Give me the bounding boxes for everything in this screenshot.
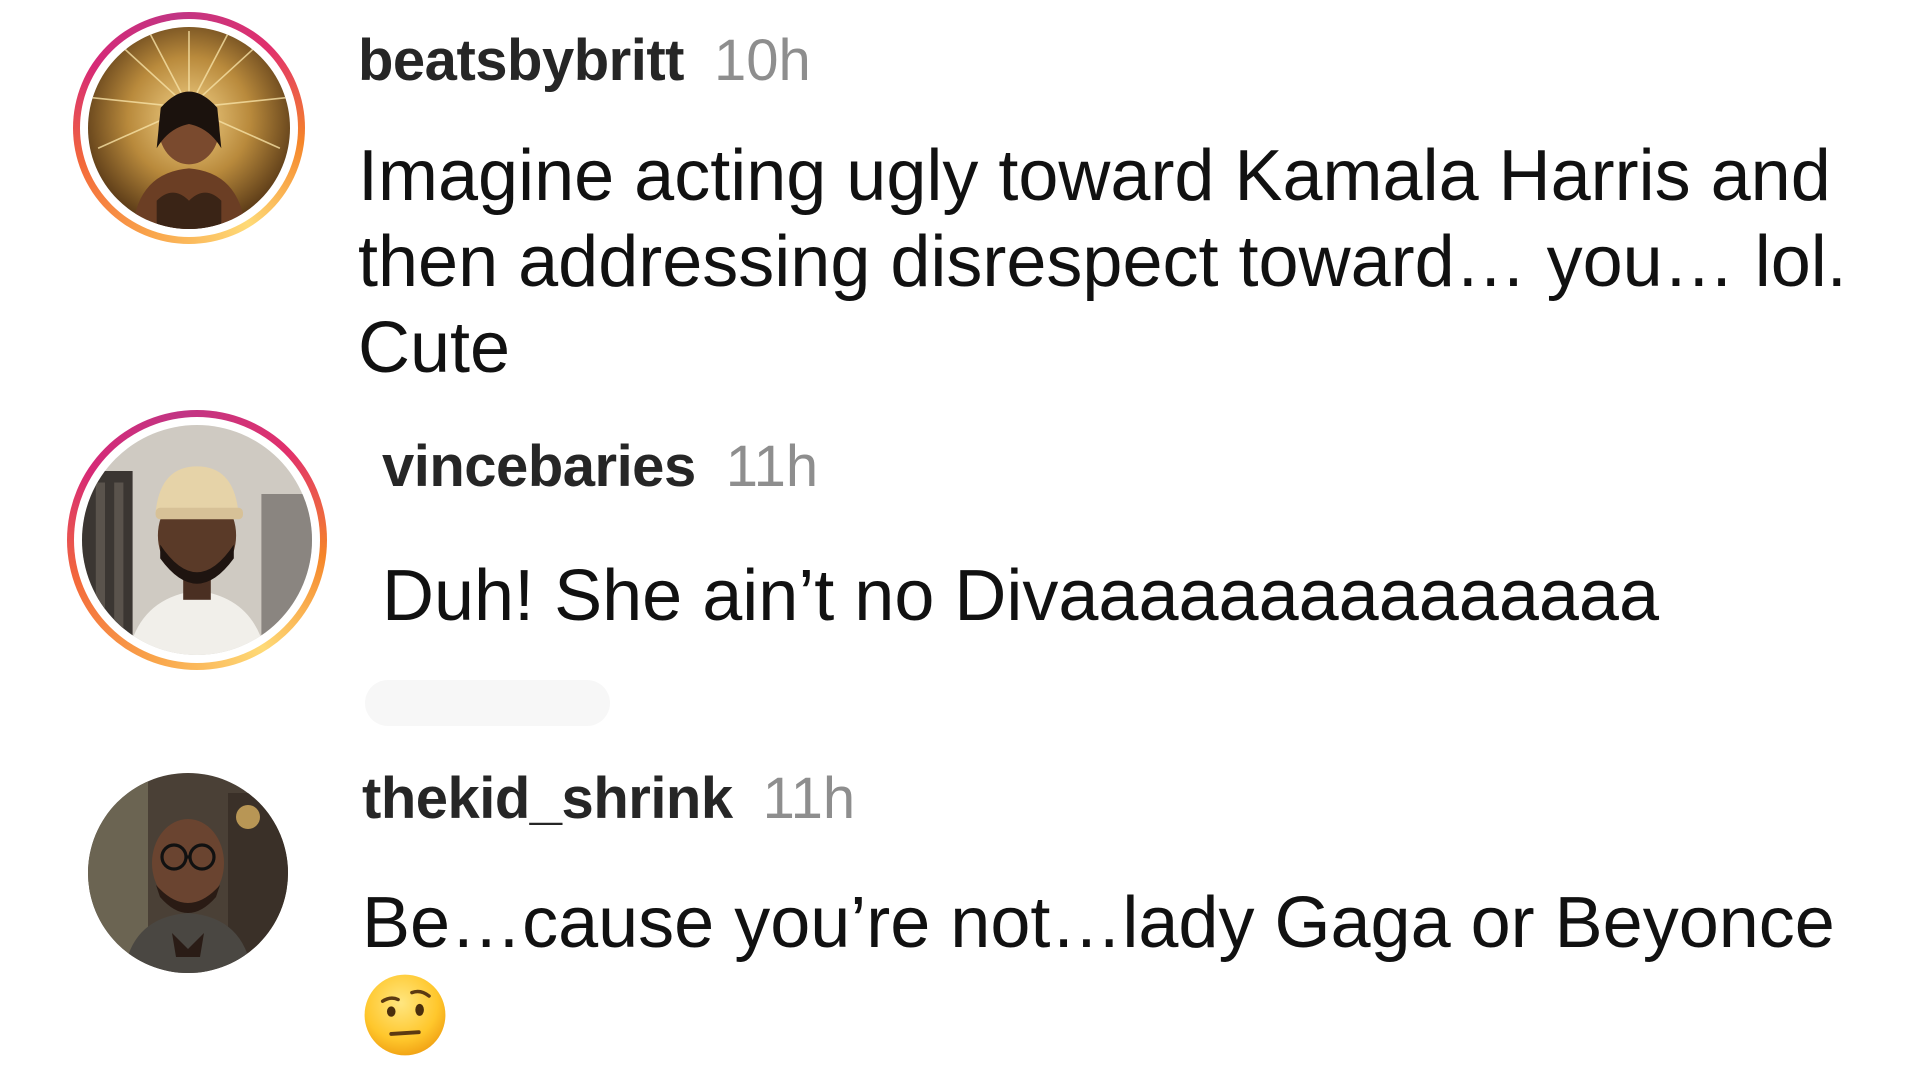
comment-item: thekid_shrink 11h Be…cause you’re not…lad… [0,0,1920,1080]
face-with-raised-eyebrow-icon [362,972,448,1058]
avatar[interactable] [88,773,288,973]
comment-text: Be…cause you’re not…lady Gaga or Beyonce [362,883,1835,963]
timestamp: 11h [762,766,856,831]
comment-header: thekid_shrink 11h [362,770,855,828]
username[interactable]: thekid_shrink [362,766,733,831]
avatar-man-glasses-icon [88,773,288,973]
